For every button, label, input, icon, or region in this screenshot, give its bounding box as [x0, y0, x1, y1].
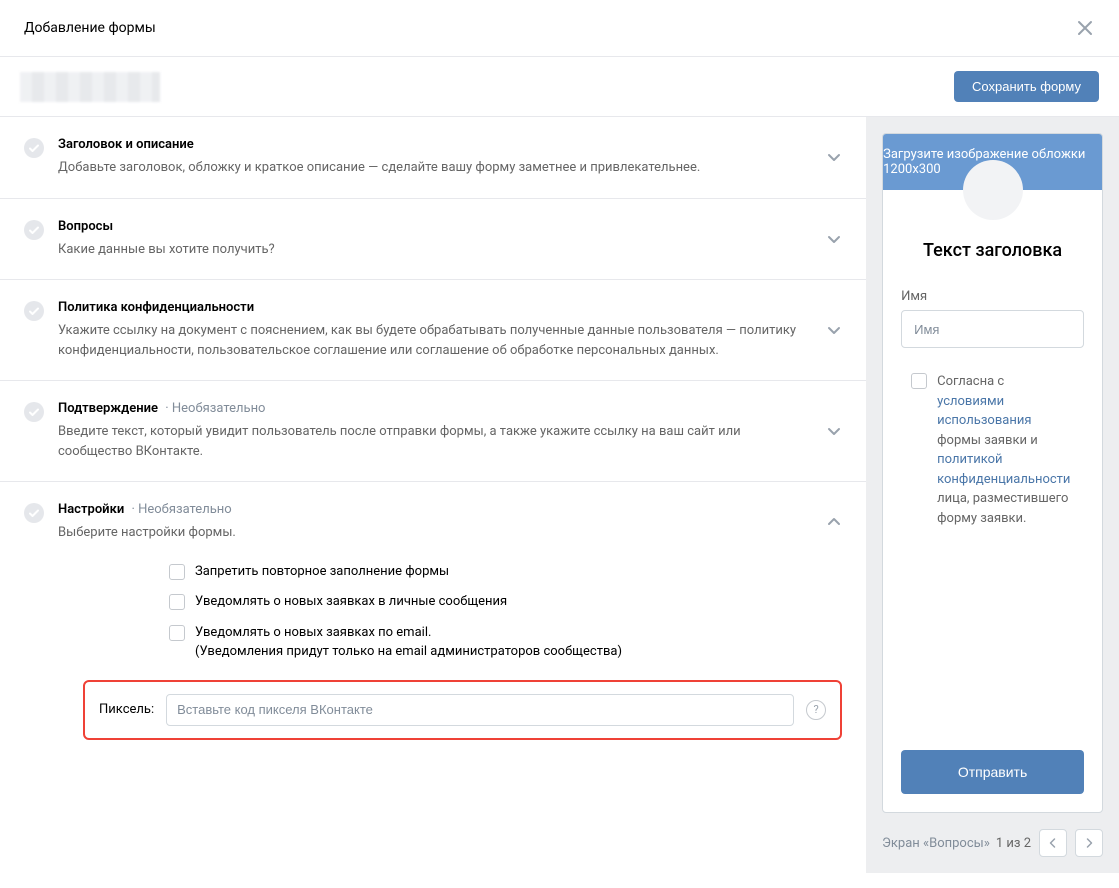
section-title: Подтверждение · Необязательно [58, 401, 802, 416]
check-circle-icon [24, 503, 44, 523]
left-column: Заголовок и описание Добавьте заголовок,… [0, 117, 866, 873]
screen-label: Экран «Вопросы» [882, 836, 990, 851]
next-page-button[interactable] [1075, 829, 1103, 857]
pager: 1 из 2 [996, 829, 1103, 857]
consent-row[interactable]: Согласна с условиями использования формы… [901, 372, 1084, 528]
section-title: Настройки · Необязательно [58, 502, 802, 517]
setting-notify-pm[interactable]: Уведомлять о новых заявках в личные сооб… [169, 593, 842, 612]
section-body: Вопросы Какие данные вы хотите получить? [58, 219, 842, 260]
modal-title: Добавление формы [24, 20, 156, 36]
consent-text: Согласна с условиями использования формы… [937, 372, 1074, 528]
section-settings: Настройки · Необязательно Выберите настр… [0, 482, 866, 760]
preview-form-title: Текст заголовка [901, 240, 1084, 261]
preview-footer: Экран «Вопросы» 1 из 2 [866, 829, 1119, 873]
section-desc: Выберите настройки формы. [58, 523, 802, 543]
terms-link[interactable]: условиями использования [937, 394, 1031, 429]
checkbox[interactable] [169, 594, 185, 610]
section-body: Политика конфиденциальности Укажите ссыл… [58, 300, 842, 360]
checkbox[interactable] [169, 564, 185, 580]
spacer [901, 528, 1084, 750]
check-circle-icon [24, 138, 44, 158]
name-input[interactable] [901, 310, 1084, 348]
optional-label: · Необязательно [165, 401, 265, 416]
name-field-label: Имя [901, 289, 1084, 304]
setting-notify-email[interactable]: Уведомлять о новых заявках по email. (Ув… [169, 624, 842, 662]
section-title: Вопросы [58, 219, 802, 234]
setting-no-repeat[interactable]: Запретить повторное заполнение формы [169, 563, 842, 582]
section-header[interactable]: Заголовок и описание Добавьте заголовок,… [0, 117, 866, 199]
checkbox[interactable] [169, 625, 185, 641]
chevron-down-icon[interactable] [826, 231, 842, 247]
section-desc: Введите текст, который увидит пользовате… [58, 422, 802, 461]
section-body: Заголовок и описание Добавьте заголовок,… [58, 137, 842, 178]
check-circle-icon [24, 301, 44, 321]
pixel-field-highlight: Пиксель: ? [83, 680, 842, 740]
chevron-down-icon[interactable] [826, 423, 842, 439]
section-desc: Какие данные вы хотите получить? [58, 240, 802, 260]
checkbox[interactable] [911, 373, 927, 389]
checkbox-label-main: Уведомлять о новых заявках по email. [195, 625, 431, 640]
submit-button[interactable]: Отправить [901, 750, 1084, 794]
section-desc: Укажите ссылку на документ с пояснением,… [58, 321, 802, 360]
optional-label: · Необязательно [131, 502, 231, 517]
preview-content: Текст заголовка Имя Согласна с условиями… [883, 190, 1102, 812]
top-bar: Сохранить форму [0, 57, 1119, 117]
section-title-text: Настройки [58, 502, 124, 517]
check-circle-icon [24, 402, 44, 422]
preview-column: Загрузите изображение обложки 1200x300 Т… [866, 117, 1119, 873]
close-icon[interactable] [1075, 18, 1095, 38]
check-circle-icon [24, 220, 44, 240]
chevron-down-icon[interactable] [826, 149, 842, 165]
pixel-label: Пиксель: [99, 702, 154, 717]
section-desc: Добавьте заголовок, обложку и краткое оп… [58, 158, 802, 178]
save-button[interactable]: Сохранить форму [954, 71, 1099, 102]
section-body: Подтверждение · Необязательно Введите те… [58, 401, 842, 461]
community-name-placeholder [20, 72, 160, 102]
page-info: 1 из 2 [996, 836, 1031, 851]
cover-upload-area[interactable]: Загрузите изображение обложки 1200x300 [883, 134, 1102, 190]
section-privacy[interactable]: Политика конфиденциальности Укажите ссыл… [0, 280, 866, 381]
section-title-text: Подтверждение [58, 401, 158, 416]
checkbox-label: Уведомлять о новых заявках по email. (Ув… [195, 624, 622, 662]
privacy-link[interactable]: политикой конфиденциальности [937, 452, 1070, 487]
section-body: Настройки · Необязательно Выберите настр… [58, 502, 842, 543]
modal-header: Добавление формы [0, 0, 1119, 57]
section-title: Политика конфиденциальности [58, 300, 802, 315]
chevron-down-icon[interactable] [826, 322, 842, 338]
section-questions[interactable]: Вопросы Какие данные вы хотите получить? [0, 199, 866, 281]
checkbox-label-note: (Уведомления придут только на email адми… [195, 644, 622, 659]
settings-expanded: Запретить повторное заполнение формы Уве… [24, 563, 842, 740]
pixel-input[interactable] [166, 694, 794, 726]
prev-page-button[interactable] [1039, 829, 1067, 857]
chevron-up-icon[interactable] [826, 514, 842, 530]
checkbox-label: Запретить повторное заполнение формы [195, 563, 449, 582]
form-preview: Загрузите изображение обложки 1200x300 Т… [882, 133, 1103, 813]
help-icon[interactable]: ? [806, 700, 826, 720]
checkbox-label: Уведомлять о новых заявках в личные сооб… [195, 593, 507, 612]
section-title: Заголовок и описание [58, 137, 802, 152]
avatar-placeholder [963, 160, 1023, 220]
content-area: Заголовок и описание Добавьте заголовок,… [0, 117, 1119, 873]
section-confirmation[interactable]: Подтверждение · Необязательно Введите те… [0, 381, 866, 482]
